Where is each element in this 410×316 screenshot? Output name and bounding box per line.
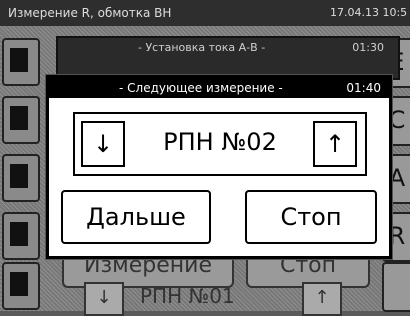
tap-selector: ↓ РПН №02 ↑: [73, 112, 367, 176]
increment-button[interactable]: ↑: [313, 121, 357, 167]
dialog-header: - Следующее измерение - 01:40: [49, 78, 389, 98]
device-icon: [10, 48, 28, 72]
tap-value: РПН №02: [163, 128, 277, 156]
dialog-timer: 01:40: [346, 81, 381, 95]
next-measurement-dialog: - Следующее измерение - 01:40 ↓ РПН №02 …: [46, 75, 392, 259]
side-button-1[interactable]: [2, 38, 40, 86]
thermometer-tab[interactable]: [382, 262, 410, 312]
window-title: Измерение R, обмотка ВН: [8, 6, 172, 20]
dialog-title: - Следующее измерение -: [119, 81, 283, 95]
side-button-4[interactable]: [2, 212, 40, 260]
stop-button[interactable]: Стоп: [245, 190, 377, 244]
title-bar: Измерение R, обмотка ВН 17.04.13 10:5: [0, 0, 410, 26]
side-button-3[interactable]: [2, 154, 40, 202]
back-arrow-icon: [10, 272, 28, 296]
ghost-value: РПН №01: [140, 284, 235, 308]
side-button-2[interactable]: [2, 96, 40, 144]
underlying-dialog-title: - Установка тока А-В -: [138, 41, 266, 54]
decrement-button[interactable]: ↓: [81, 121, 125, 167]
up-arrow-icon: [10, 222, 28, 246]
underlying-dialog-timer: 01:30: [352, 41, 384, 54]
back-button[interactable]: [2, 262, 40, 310]
save-icon: [10, 164, 28, 188]
underlying-dialog: - Установка тока А-В - 01:30: [56, 36, 400, 80]
datetime: 17.04.13 10:5: [330, 6, 408, 19]
next-button[interactable]: Дальше: [61, 190, 211, 244]
tool-icon: [10, 106, 28, 130]
